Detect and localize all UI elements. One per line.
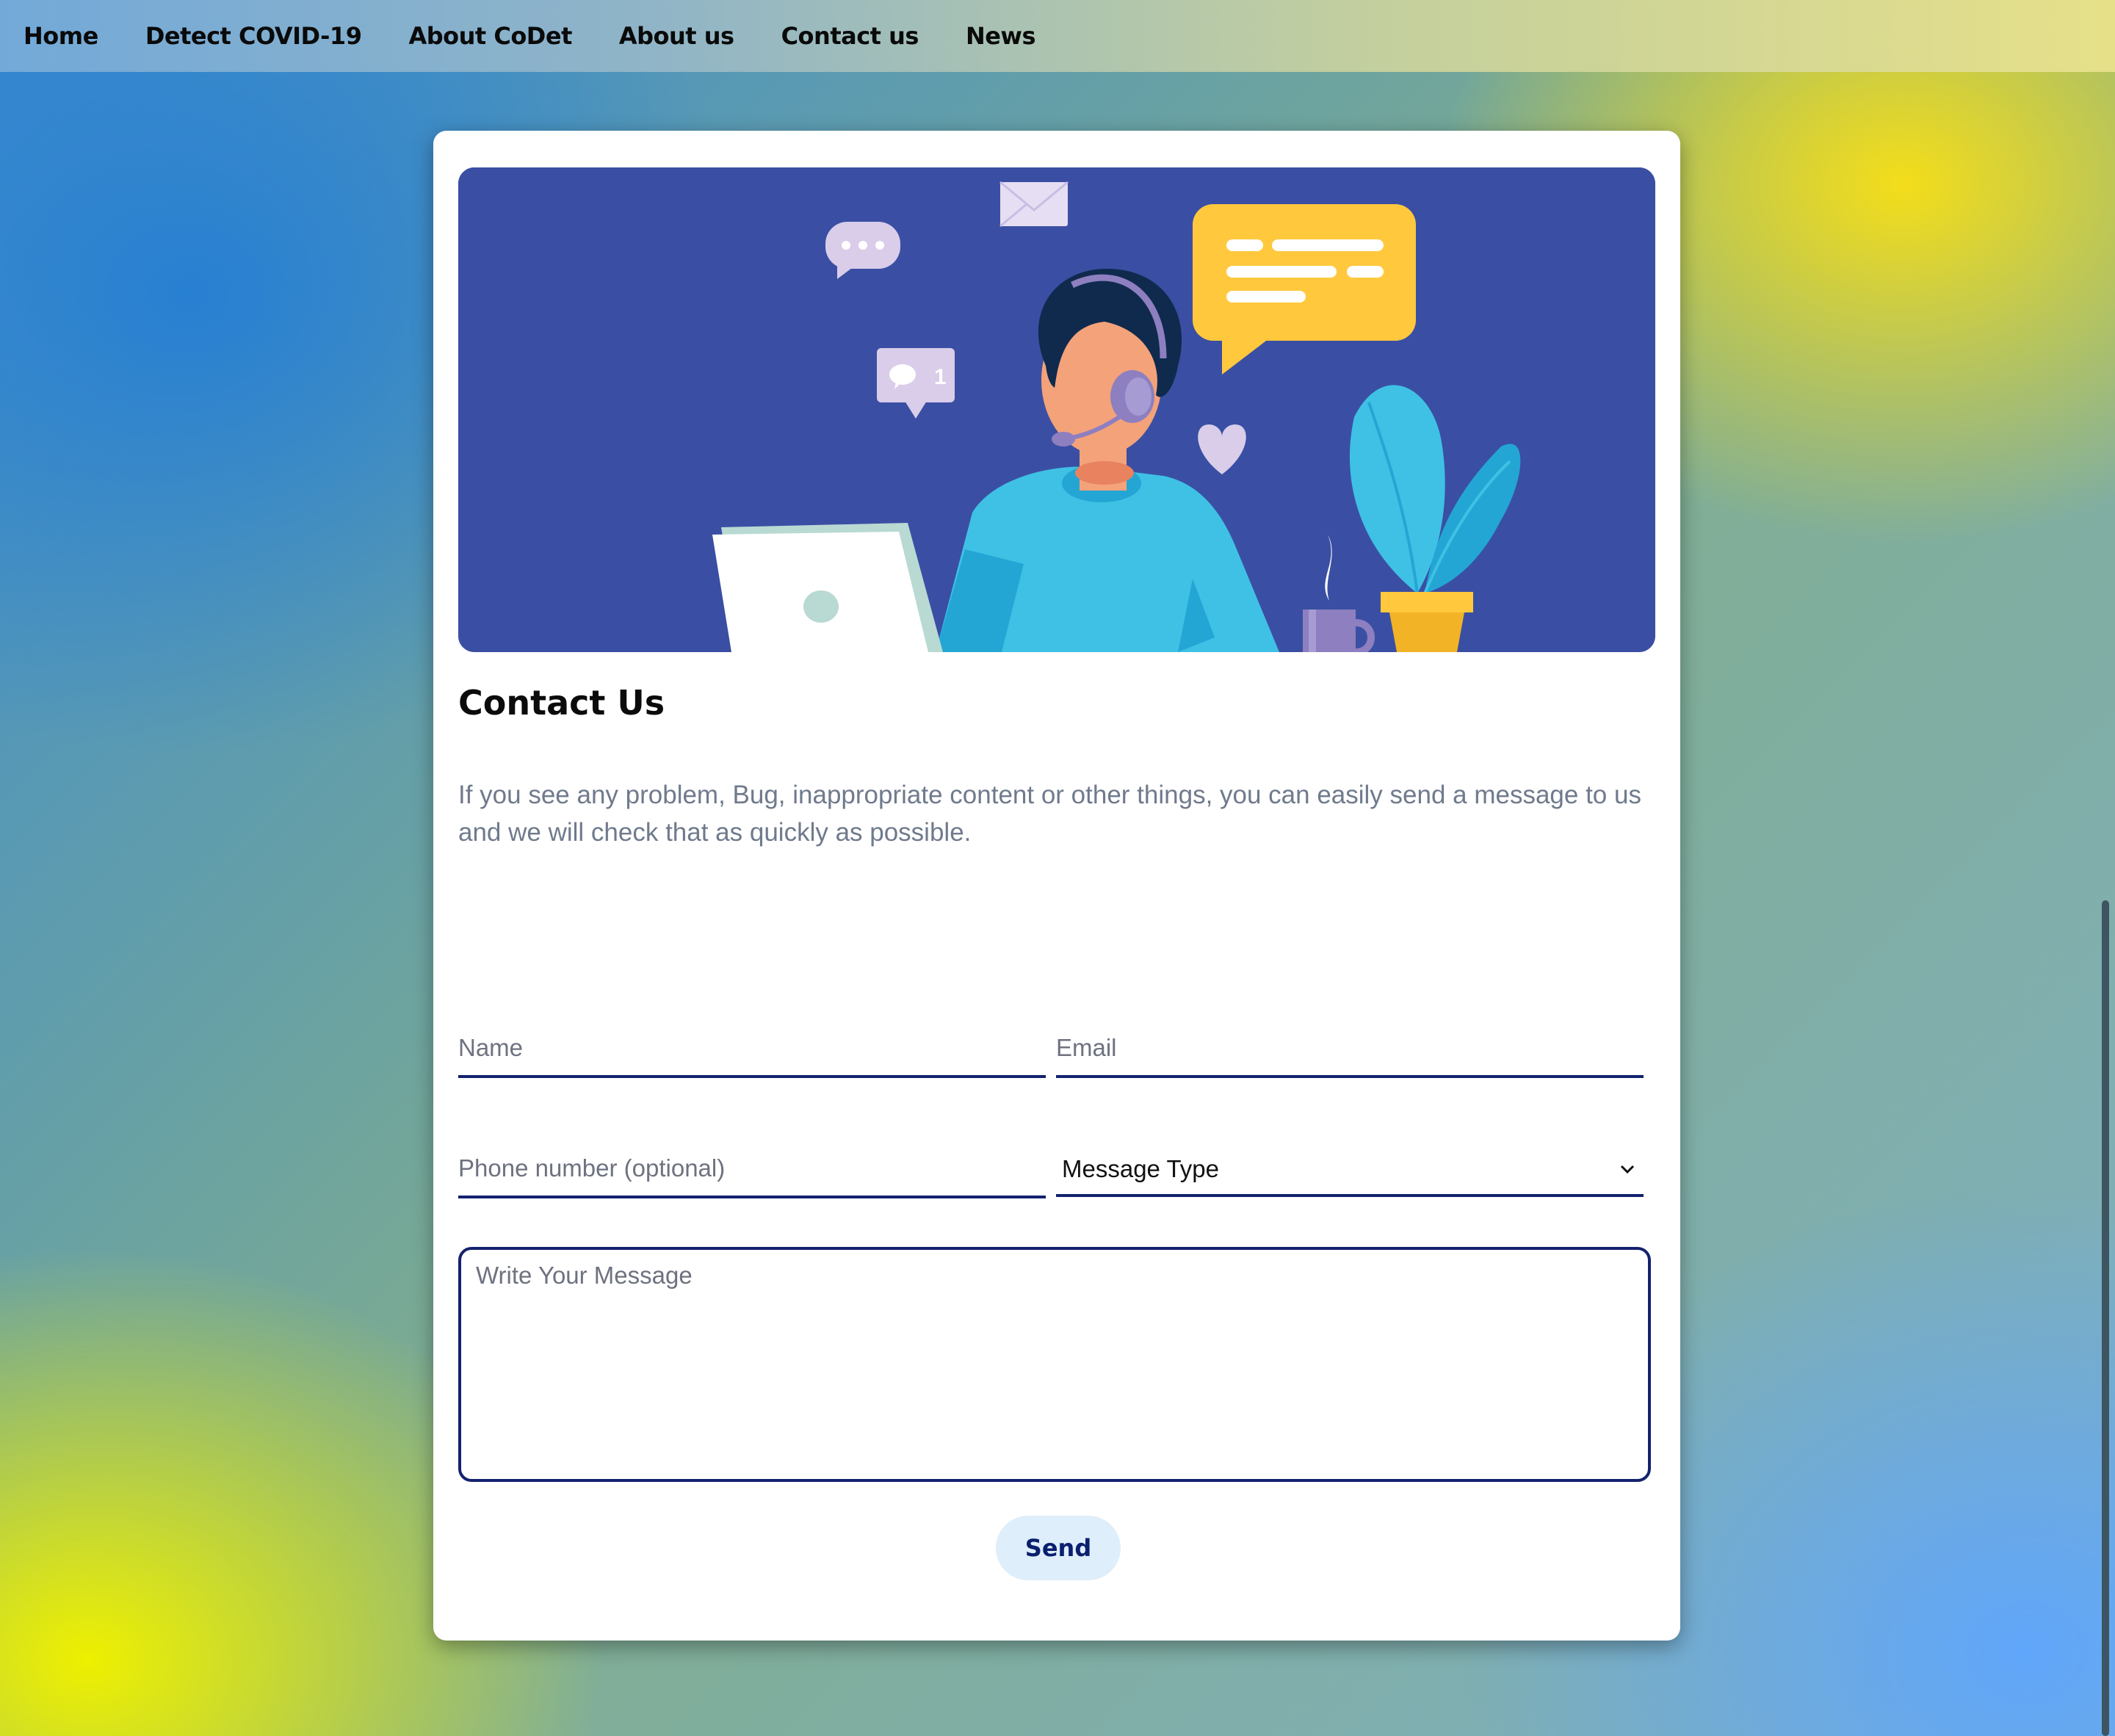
message-textarea[interactable] <box>458 1247 1651 1482</box>
send-button[interactable]: Send <box>996 1516 1121 1580</box>
nav-about-codet[interactable]: About CoDet <box>408 22 572 50</box>
nav-detect-covid[interactable]: Detect COVID-19 <box>145 22 362 50</box>
page-title: Contact Us <box>458 683 665 723</box>
email-input[interactable] <box>1056 1025 1644 1078</box>
chevron-down-icon <box>1620 1165 1635 1174</box>
nav-about-us[interactable]: About us <box>619 22 734 50</box>
nav-home[interactable]: Home <box>24 22 98 50</box>
envelope-icon <box>999 181 1069 228</box>
contact-card: 1 Contact Us If you see any problem, Bug… <box>433 131 1680 1641</box>
top-navbar: Home Detect COVID-19 About CoDet About u… <box>0 0 2115 72</box>
support-illustration-banner: 1 <box>458 167 1655 652</box>
phone-input[interactable] <box>458 1146 1046 1198</box>
intro-text: If you see any problem, Bug, inappropria… <box>458 781 1641 847</box>
support-agent-illustration: 1 <box>458 167 1655 652</box>
laptop <box>712 523 943 652</box>
speech-icon <box>889 364 916 385</box>
name-input[interactable] <box>458 1025 1046 1078</box>
page-scrollbar[interactable] <box>2102 900 2109 1736</box>
message-type-select[interactable]: Message Type <box>1056 1144 1644 1197</box>
nav-contact-us[interactable]: Contact us <box>781 22 919 50</box>
nav-news[interactable]: News <box>966 22 1036 50</box>
comment-count-label: 1 <box>934 365 947 389</box>
message-type-label: Message Type <box>1062 1155 1220 1182</box>
